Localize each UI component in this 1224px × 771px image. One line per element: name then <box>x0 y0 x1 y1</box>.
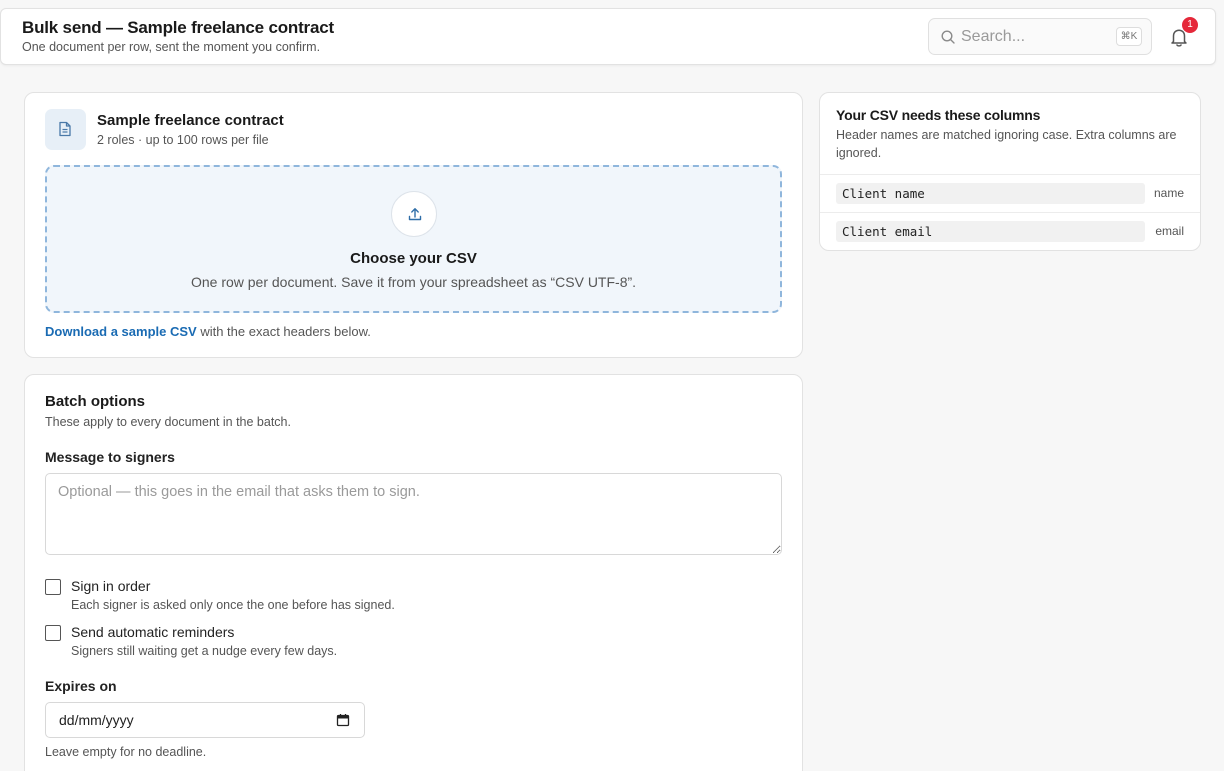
template-meta: 2 roles · up to 100 rows per file <box>97 133 269 147</box>
page-subtitle: One document per row, sent the moment yo… <box>22 40 321 54</box>
batch-options-title: Batch options <box>45 393 145 410</box>
expires-date-input[interactable]: dd/mm/yyyy <box>45 702 365 738</box>
expires-label: Expires on <box>45 678 117 694</box>
page-title: Bulk send — Sample freelance contract <box>22 18 334 37</box>
message-textarea[interactable] <box>45 473 782 555</box>
template-name: Sample freelance contract <box>97 112 284 129</box>
sample-csv-line: Download a sample CSV with the exact hea… <box>45 324 371 339</box>
csv-columns-card: Your CSV needs these columns Header name… <box>819 92 1201 251</box>
dropzone-subtitle: One row per document. Save it from your … <box>190 274 637 290</box>
upload-icon <box>408 208 422 221</box>
csv-columns-title: Your CSV needs these columns <box>836 107 1041 123</box>
search-shortcut-hint: ⌘K <box>1116 27 1142 46</box>
page-header: Bulk send — Sample freelance contract On… <box>0 8 1216 65</box>
upload-icon-circle <box>391 191 437 237</box>
search-icon <box>941 30 955 44</box>
dropzone-title: Choose your CSV <box>350 250 477 267</box>
sign-in-order-help: Each signer is asked only once the one b… <box>71 598 395 612</box>
sign-in-order-label[interactable]: Sign in order <box>71 578 150 594</box>
csv-column-header: Client email <box>836 221 1145 242</box>
reminders-label[interactable]: Send automatic reminders <box>71 624 234 640</box>
sign-in-order-checkbox[interactable] <box>45 579 61 595</box>
message-label: Message to signers <box>45 449 175 465</box>
notification-badge: 1 <box>1182 17 1198 33</box>
expires-help: Leave empty for no deadline. <box>45 745 207 759</box>
csv-dropzone[interactable]: Choose your CSV One row per document. Sa… <box>45 165 782 313</box>
csv-column-field: email <box>1155 224 1184 238</box>
upload-card: Sample freelance contract 2 roles · up t… <box>24 92 803 358</box>
csv-column-header: Client name <box>836 183 1145 204</box>
reminders-help: Signers still waiting get a nudge every … <box>71 644 338 658</box>
search-input[interactable] <box>961 25 1111 49</box>
sample-csv-suffix: with the exact headers below. <box>196 324 371 339</box>
search-box[interactable]: ⌘K <box>928 18 1152 55</box>
calendar-icon[interactable] <box>336 713 350 727</box>
csv-column-field: name <box>1153 186 1184 200</box>
csv-columns-subtitle: Header names are matched ignoring case. … <box>836 128 1177 160</box>
document-icon <box>59 121 71 137</box>
template-icon-box <box>45 109 86 150</box>
download-sample-csv-link[interactable]: Download a sample CSV <box>45 324 197 339</box>
batch-options-card: Batch options These apply to every docum… <box>24 374 803 771</box>
reminders-checkbox[interactable] <box>45 625 61 641</box>
batch-options-subtitle: These apply to every document in the bat… <box>45 415 291 429</box>
expires-date-placeholder: dd/mm/yyyy <box>59 712 134 728</box>
csv-column-row: Client name name <box>820 174 1200 212</box>
csv-column-row: Client email email <box>820 212 1200 250</box>
